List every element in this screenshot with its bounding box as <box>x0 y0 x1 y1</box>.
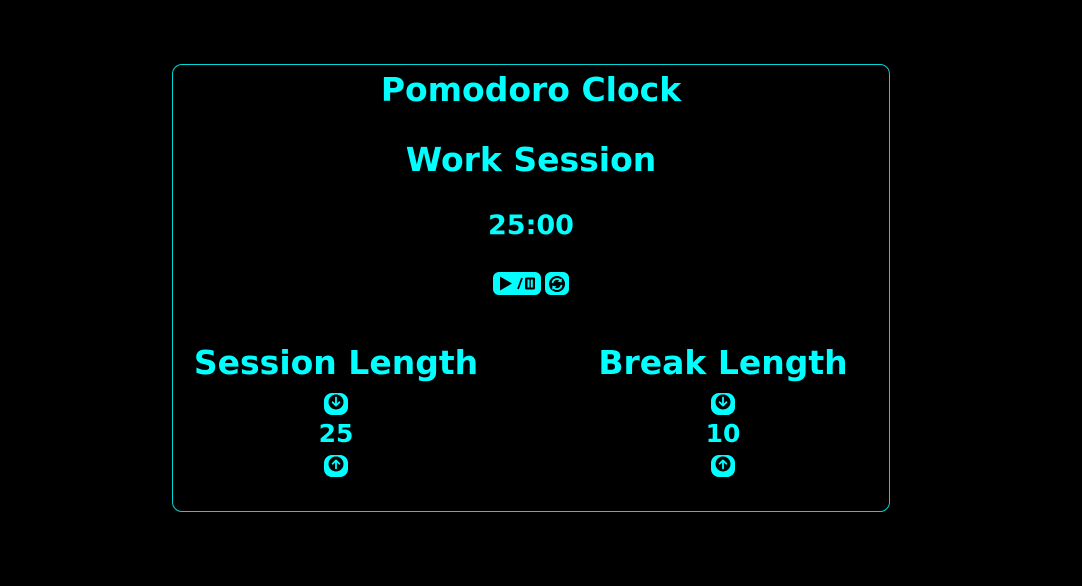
break-decrement-button[interactable] <box>711 393 735 415</box>
timer-display: 25:00 <box>488 210 574 241</box>
break-length-value: 10 <box>705 419 741 448</box>
play-pause-icon <box>497 275 537 292</box>
arrow-up-icon <box>715 456 731 476</box>
session-length-label: Session Length <box>193 343 479 382</box>
pomodoro-panel: Pomodoro Clock Work Session 25:00 Sessio… <box>172 64 890 512</box>
break-length-label: Break Length <box>598 343 848 382</box>
session-length-control: Session Length 25 <box>186 343 486 477</box>
session-decrement-button[interactable] <box>324 393 348 415</box>
arrow-down-icon <box>715 394 731 414</box>
arrow-down-icon <box>328 394 344 414</box>
break-length-control: Break Length 10 <box>573 343 873 477</box>
session-increment-button[interactable] <box>324 455 348 477</box>
session-length-value: 25 <box>318 419 354 448</box>
arrow-up-icon <box>328 456 344 476</box>
break-increment-button[interactable] <box>711 455 735 477</box>
refresh-icon <box>548 275 566 293</box>
play-pause-button[interactable] <box>493 272 541 295</box>
app-title: Pomodoro Clock <box>380 70 682 109</box>
reset-button[interactable] <box>545 272 569 295</box>
timer-controls <box>173 272 889 295</box>
session-name: Work Session <box>405 140 657 179</box>
